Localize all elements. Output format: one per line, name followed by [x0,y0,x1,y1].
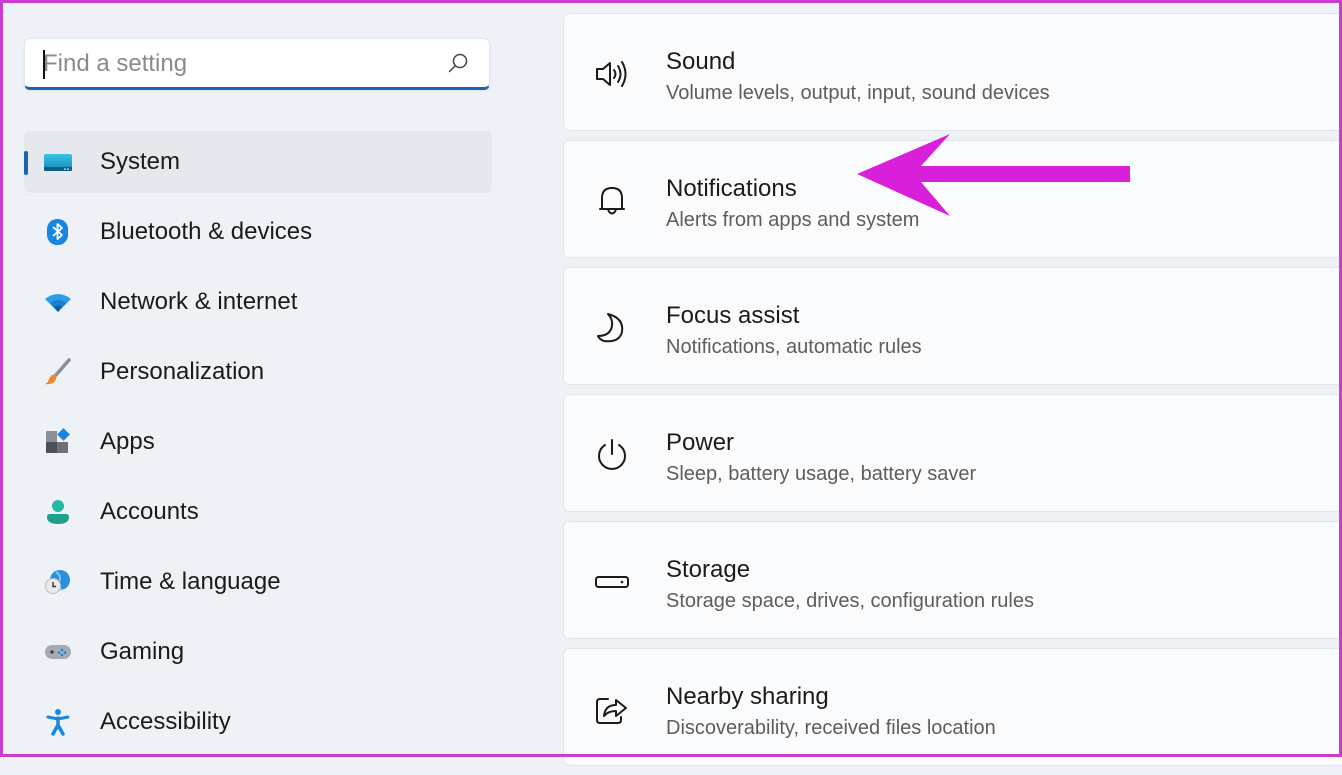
card-storage[interactable]: Storage Storage space, drives, configura… [563,521,1342,639]
share-icon [596,698,627,724]
sidebar-item-label: Accessibility [100,708,231,735]
search-icon[interactable] [447,52,469,74]
card-title: Focus assist [666,302,800,329]
power-icon [598,439,626,470]
sidebar-item-label: Accounts [100,498,199,525]
sidebar-item-label: Network & internet [100,288,298,315]
paintbrush-icon [45,358,71,385]
card-title: Sound [666,48,736,75]
card-focus-assist[interactable]: Focus assist Notifications, automatic ru… [563,267,1342,385]
sidebar-item-gaming[interactable]: Gaming [24,621,492,683]
moon-icon [597,313,624,343]
card-nearby-sharing[interactable]: Nearby sharing Discoverability, received… [563,648,1342,766]
card-subtitle: Sleep, battery usage, battery saver [666,463,977,485]
card-title: Storage [666,556,751,583]
card-subtitle: Volume levels, output, input, sound devi… [666,82,1050,104]
storage-drive-icon [595,576,629,588]
sidebar-item-label: Personalization [100,358,265,385]
system-display-icon [44,154,72,171]
gamepad-icon [45,645,71,659]
speaker-icon [596,61,627,87]
sidebar-item-accessibility[interactable]: Accessibility [24,691,492,753]
sidebar-item-label: Gaming [100,638,185,665]
card-title: Power [666,429,735,456]
card-notifications[interactable]: Notifications Alerts from apps and syste… [563,140,1342,258]
search-box[interactable] [24,38,490,90]
sidebar-item-apps[interactable]: Apps [24,411,492,473]
card-sound[interactable]: Sound Volume levels, output, input, soun… [563,13,1342,131]
sidebar-item-network-internet[interactable]: Network & internet [24,271,492,333]
bell-icon [599,187,625,215]
search-input[interactable] [43,47,443,81]
sidebar-nav: System Bluetooth & devices Network & int… [24,131,492,761]
card-title: Nearby sharing [666,683,829,710]
sidebar-item-time-language[interactable]: Time & language [24,551,492,613]
text-caret [43,50,45,79]
selected-indicator [24,151,28,175]
accessibility-icon [46,709,70,736]
account-icon [47,500,69,524]
sidebar-item-label: Bluetooth & devices [100,218,313,245]
sidebar-item-label: Apps [100,428,155,455]
card-power[interactable]: Power Sleep, battery usage, battery save… [563,394,1342,512]
sidebar-item-system[interactable]: System [24,131,492,193]
settings-card-list: Sound Volume levels, output, input, soun… [563,13,1342,775]
apps-icon [46,428,70,453]
sidebar-item-bluetooth-devices[interactable]: Bluetooth & devices [24,201,492,263]
sidebar-item-personalization[interactable]: Personalization [24,341,492,403]
sidebar-item-label: Time & language [100,568,281,595]
time-language-icon [45,570,70,594]
sidebar-item-accounts[interactable]: Accounts [24,481,492,543]
card-title: Notifications [666,175,797,202]
bluetooth-icon [47,219,68,245]
sidebar-item-label: System [100,148,181,175]
card-subtitle: Notifications, automatic rules [666,336,922,358]
card-subtitle: Storage space, drives, configuration rul… [666,590,1034,612]
card-subtitle: Alerts from apps and system [666,209,920,231]
card-subtitle: Discoverability, received files location [666,717,996,739]
wifi-icon [45,294,71,312]
